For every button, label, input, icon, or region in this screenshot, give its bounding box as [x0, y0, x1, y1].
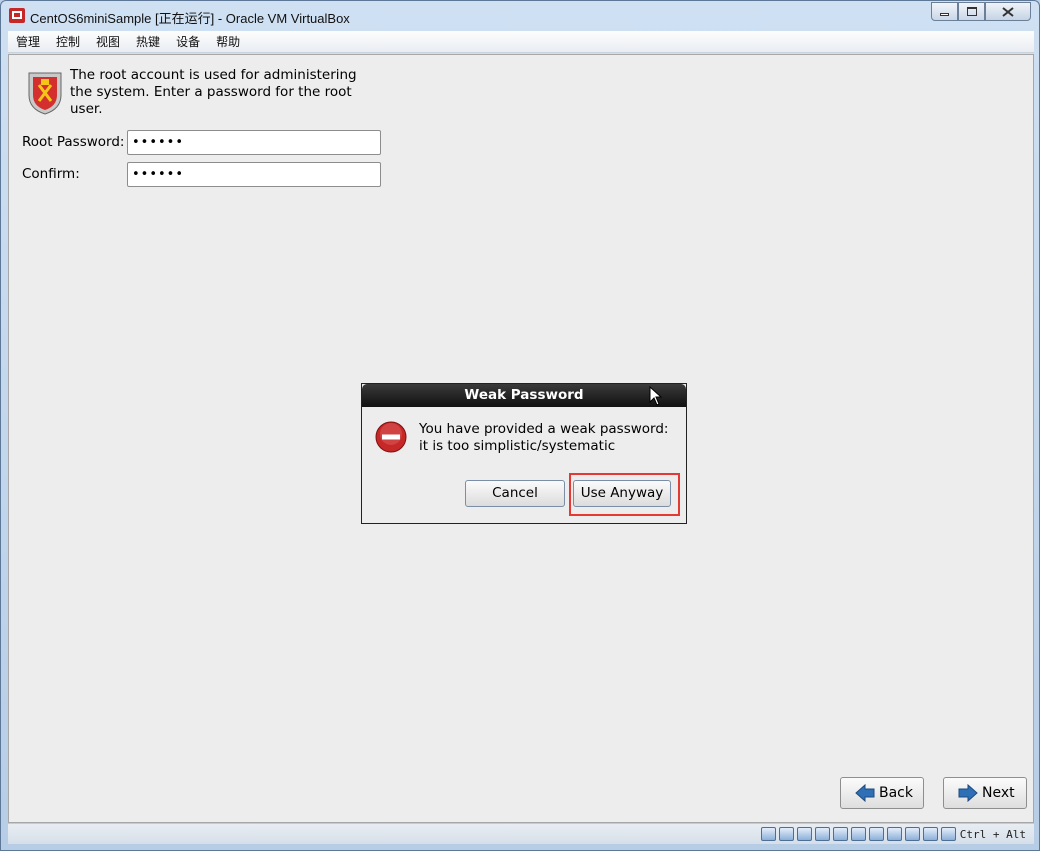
error-stop-icon	[375, 421, 407, 453]
use-anyway-button[interactable]: Use Anyway	[573, 480, 671, 507]
close-icon	[1002, 6, 1014, 17]
back-button[interactable]: Back	[840, 777, 924, 809]
mouse-cursor-icon	[649, 386, 663, 406]
menu-devices[interactable]: 设备	[168, 31, 208, 53]
shared-folder-icon[interactable]	[850, 827, 866, 841]
root-password-label: Root Password:	[22, 134, 125, 150]
next-button[interactable]: Next	[943, 777, 1027, 809]
window-title: CentOS6miniSample [正在运行] - Oracle VM Vir…	[30, 11, 350, 26]
optical-drive-icon[interactable]	[778, 827, 794, 841]
menu-hotkeys[interactable]: 热键	[128, 31, 168, 53]
minimize-button[interactable]	[931, 2, 958, 21]
hard-disk-icon[interactable]	[760, 827, 776, 841]
back-arrow-icon	[855, 784, 875, 802]
virtualbox-window: CentOS6miniSample [正在运行] - Oracle VM Vir…	[0, 0, 1040, 851]
menu-control[interactable]: 控制	[48, 31, 88, 53]
dialog-title[interactable]: Weak Password	[362, 384, 686, 407]
menu-manage[interactable]: 管理	[8, 31, 48, 53]
status-bar: Ctrl + Alt	[8, 824, 1034, 844]
cpu-icon[interactable]	[904, 827, 920, 841]
next-arrow-icon	[958, 784, 978, 802]
confirm-password-input[interactable]: ••••••	[127, 162, 381, 187]
minimize-icon	[940, 13, 949, 16]
next-label: Next	[982, 785, 1015, 801]
weak-password-dialog: Weak Password You have provided a weak p…	[361, 383, 687, 524]
maximize-icon	[966, 7, 977, 16]
audio-icon[interactable]	[796, 827, 812, 841]
root-account-info: The root account is used for administeri…	[70, 67, 357, 117]
maximize-button[interactable]	[958, 2, 985, 21]
network-icon[interactable]	[814, 827, 830, 841]
cancel-button[interactable]: Cancel	[465, 480, 565, 507]
guest-screen[interactable]: The root account is used for administeri…	[8, 54, 1034, 823]
root-password-input[interactable]: ••••••	[127, 130, 381, 155]
display-icon[interactable]	[868, 827, 884, 841]
video-capture-icon[interactable]	[886, 827, 902, 841]
window-controls	[931, 2, 1031, 21]
virtualbox-app-icon	[9, 8, 25, 23]
dialog-message: You have provided a weak password: it is…	[419, 421, 669, 454]
menu-help[interactable]: 帮助	[208, 31, 248, 53]
root-shield-icon	[28, 72, 62, 115]
mouse-integration-icon[interactable]	[922, 827, 938, 841]
host-key-label: Ctrl + Alt	[959, 827, 1026, 841]
menu-bar: 管理 控制 视图 热键 设备 帮助	[8, 31, 1034, 53]
usb-icon[interactable]	[832, 827, 848, 841]
host-key-icon[interactable]	[940, 827, 956, 841]
close-button[interactable]	[985, 2, 1031, 21]
title-bar[interactable]: CentOS6miniSample [正在运行] - Oracle VM Vir…	[1, 1, 1039, 31]
menu-view[interactable]: 视图	[88, 31, 128, 53]
confirm-label: Confirm:	[22, 166, 80, 182]
back-label: Back	[879, 785, 913, 801]
